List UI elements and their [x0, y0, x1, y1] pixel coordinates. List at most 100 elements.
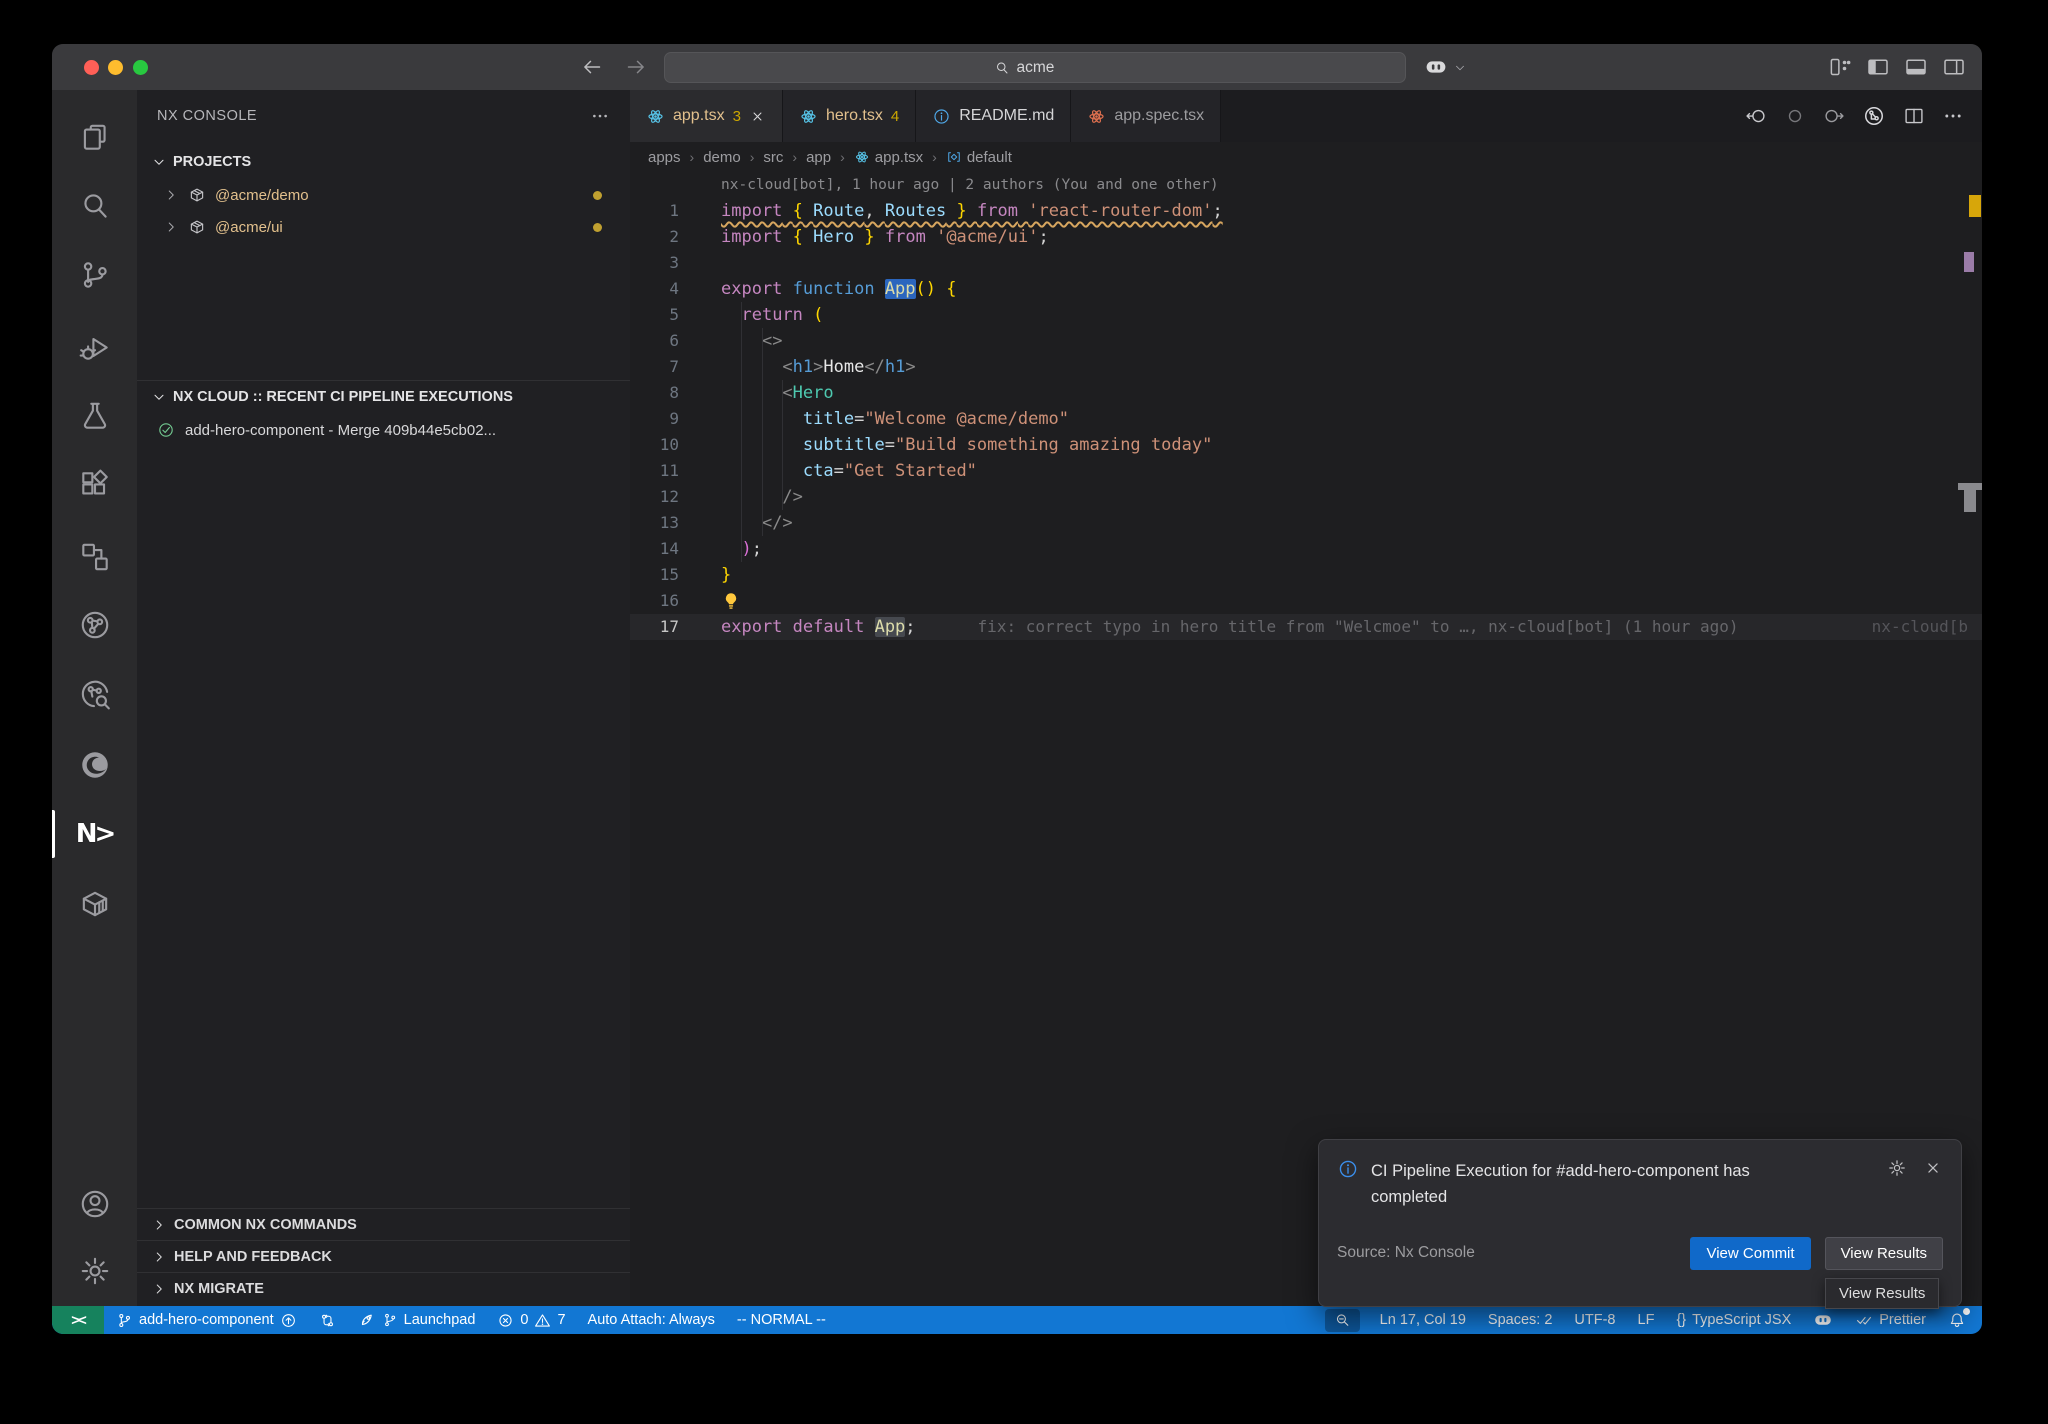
activity-item-references[interactable] — [52, 533, 137, 581]
activity-item-settings[interactable] — [52, 1247, 137, 1295]
activity-item-accounts[interactable] — [52, 1180, 137, 1228]
activity-item-explorer[interactable] — [52, 114, 137, 162]
activity-item-search[interactable] — [52, 182, 137, 230]
command-center-search[interactable] — [664, 52, 1406, 83]
code-line-9[interactable]: 9 title="Welcome @acme/demo" — [630, 406, 1982, 432]
customize-layout-icon[interactable] — [1828, 55, 1852, 79]
nav-forward-circle-icon[interactable] — [1823, 105, 1845, 127]
more-actions-icon[interactable] — [1942, 105, 1964, 127]
breadcrumb-item-app[interactable]: app — [806, 149, 831, 166]
breadcrumb-item-demo[interactable]: demo — [703, 149, 741, 166]
toggle-secondary-sidebar-icon[interactable] — [1942, 55, 1966, 79]
section-label: NX CLOUD :: RECENT CI PIPELINE EXECUTION… — [173, 389, 513, 405]
code-line-5[interactable]: 5 return ( — [630, 302, 1982, 328]
code-line-11[interactable]: 11 cta="Get Started" — [630, 458, 1982, 484]
close-icon[interactable] — [1923, 1158, 1943, 1178]
compare-changes-item[interactable] — [317, 1312, 338, 1329]
pipeline-execution-item[interactable]: add-hero-component - Merge 409b44e5cb02.… — [137, 414, 630, 446]
code-line-16[interactable]: 16 — [630, 588, 1982, 614]
section-help-and-feedback[interactable]: HELP AND FEEDBACK — [137, 1240, 630, 1272]
navigate-forward-icon[interactable] — [624, 55, 648, 79]
section-projects[interactable]: PROJECTS — [137, 146, 630, 178]
remote-indicator[interactable]: >< — [52, 1306, 104, 1334]
tab-app.spec.tsx[interactable]: app.spec.tsx — [1071, 90, 1221, 142]
notification-dot — [1963, 1308, 1970, 1315]
activity-item-edge-browser[interactable] — [52, 741, 137, 789]
chevron-down-icon[interactable] — [1453, 61, 1467, 75]
line-number: 4 — [630, 276, 679, 302]
indentation-item[interactable]: Spaces: 2 — [1486, 1312, 1555, 1328]
section-nx-cloud[interactable]: NX CLOUD :: RECENT CI PIPELINE EXECUTION… — [137, 380, 630, 412]
view-commit-button[interactable]: View Commit — [1690, 1237, 1810, 1270]
error-count: 0 — [520, 1312, 528, 1328]
section-common-nx-commands[interactable]: COMMON NX COMMANDS — [137, 1208, 630, 1240]
auto-attach-item[interactable]: Auto Attach: Always — [586, 1312, 717, 1328]
split-editor-icon[interactable] — [1903, 105, 1925, 127]
close-icon[interactable] — [749, 108, 766, 125]
activity-item-nx-console[interactable]: N> — [52, 810, 137, 858]
code-line-15[interactable]: 15} — [630, 562, 1982, 588]
activity-item-testing[interactable] — [52, 392, 137, 440]
nx-graph-icon[interactable] — [1862, 104, 1886, 128]
code-line-8[interactable]: 8 <Hero — [630, 380, 1982, 406]
language-mode-item[interactable]: {} TypeScript JSX — [1674, 1312, 1793, 1328]
close-window-button[interactable] — [84, 60, 99, 75]
git-branch-item[interactable]: add-hero-component — [114, 1312, 299, 1329]
formatter-item[interactable]: Prettier — [1853, 1311, 1928, 1329]
tab-problems-badge: 4 — [891, 108, 899, 125]
zoom-indicator[interactable] — [1325, 1309, 1360, 1332]
activity-item-run-debug[interactable] — [52, 323, 137, 371]
tab-README.md[interactable]: README.md — [916, 90, 1071, 142]
minimize-window-button[interactable] — [108, 60, 123, 75]
problems-item[interactable]: 0 7 — [495, 1312, 567, 1329]
branch-name: add-hero-component — [139, 1312, 274, 1328]
code-line-3[interactable]: 3 — [630, 250, 1982, 276]
activity-item-source-control[interactable] — [52, 251, 137, 299]
zoom-window-button[interactable] — [133, 60, 148, 75]
breadcrumb-item-app.tsx[interactable]: app.tsx — [854, 149, 923, 166]
navigate-back-icon[interactable] — [580, 55, 604, 79]
encoding-item[interactable]: UTF-8 — [1572, 1312, 1617, 1328]
breadcrumb-item-default[interactable]: default — [946, 149, 1012, 166]
code-line-4[interactable]: 4export function App() { — [630, 276, 1982, 302]
nav-back-circle-icon[interactable] — [1745, 105, 1767, 127]
code-line-13[interactable]: 13 </> — [630, 510, 1982, 536]
code-text: <h1>Home</h1> — [721, 354, 916, 380]
project-item-acme-ui[interactable]: @acme/ui — [137, 211, 630, 243]
notifications-item[interactable] — [1946, 1311, 1968, 1329]
formatter-label: Prettier — [1879, 1312, 1926, 1328]
view-results-button[interactable]: View Results — [1825, 1237, 1943, 1270]
toggle-primary-sidebar-icon[interactable] — [1866, 55, 1890, 79]
launchpad-item[interactable]: Launchpad — [356, 1311, 478, 1329]
activity-item-project-graph[interactable] — [52, 601, 137, 649]
cursor-position-item[interactable]: Ln 17, Col 19 — [1378, 1312, 1468, 1328]
code-text — [721, 588, 741, 614]
code-line-6[interactable]: 6 <> — [630, 328, 1982, 354]
notification-settings-icon[interactable] — [1887, 1158, 1907, 1178]
activity-item-graph-search[interactable] — [52, 670, 137, 718]
breadcrumb-separator: › — [792, 149, 797, 165]
tab-app.tsx[interactable]: app.tsx3 — [630, 90, 783, 142]
code-line-12[interactable]: 12 /> — [630, 484, 1982, 510]
copilot-icon[interactable] — [1424, 55, 1448, 79]
code-line-1[interactable]: 1import { Route, Routes } from 'react-ro… — [630, 198, 1982, 224]
section-nx-migrate[interactable]: NX MIGRATE — [137, 1272, 630, 1304]
activity-item-extensions[interactable] — [52, 462, 137, 510]
toggle-panel-icon[interactable] — [1904, 55, 1928, 79]
more-actions-icon[interactable] — [590, 106, 610, 126]
breadcrumb-item-apps[interactable]: apps — [648, 149, 681, 166]
tab-hero.tsx[interactable]: hero.tsx4 — [783, 90, 916, 142]
copilot-status-item[interactable] — [1811, 1310, 1835, 1330]
breadcrumb-item-src[interactable]: src — [763, 149, 783, 166]
activity-item-containers[interactable] — [52, 880, 137, 928]
code-line-7[interactable]: 7 <h1>Home</h1> — [630, 354, 1982, 380]
project-item-acme-demo[interactable]: @acme/demo — [137, 179, 630, 211]
search-input[interactable] — [1017, 59, 1077, 77]
eol-item[interactable]: LF — [1636, 1312, 1657, 1328]
nav-circle-icon[interactable] — [1784, 105, 1806, 127]
code-line-14[interactable]: 14 ); — [630, 536, 1982, 562]
vim-mode-item[interactable]: -- NORMAL -- — [735, 1312, 828, 1328]
code-line-2[interactable]: 2import { Hero } from '@acme/ui'; — [630, 224, 1982, 250]
code-line-17[interactable]: 17export default App;fix: correct typo i… — [630, 614, 1982, 640]
code-line-10[interactable]: 10 subtitle="Build something amazing tod… — [630, 432, 1982, 458]
